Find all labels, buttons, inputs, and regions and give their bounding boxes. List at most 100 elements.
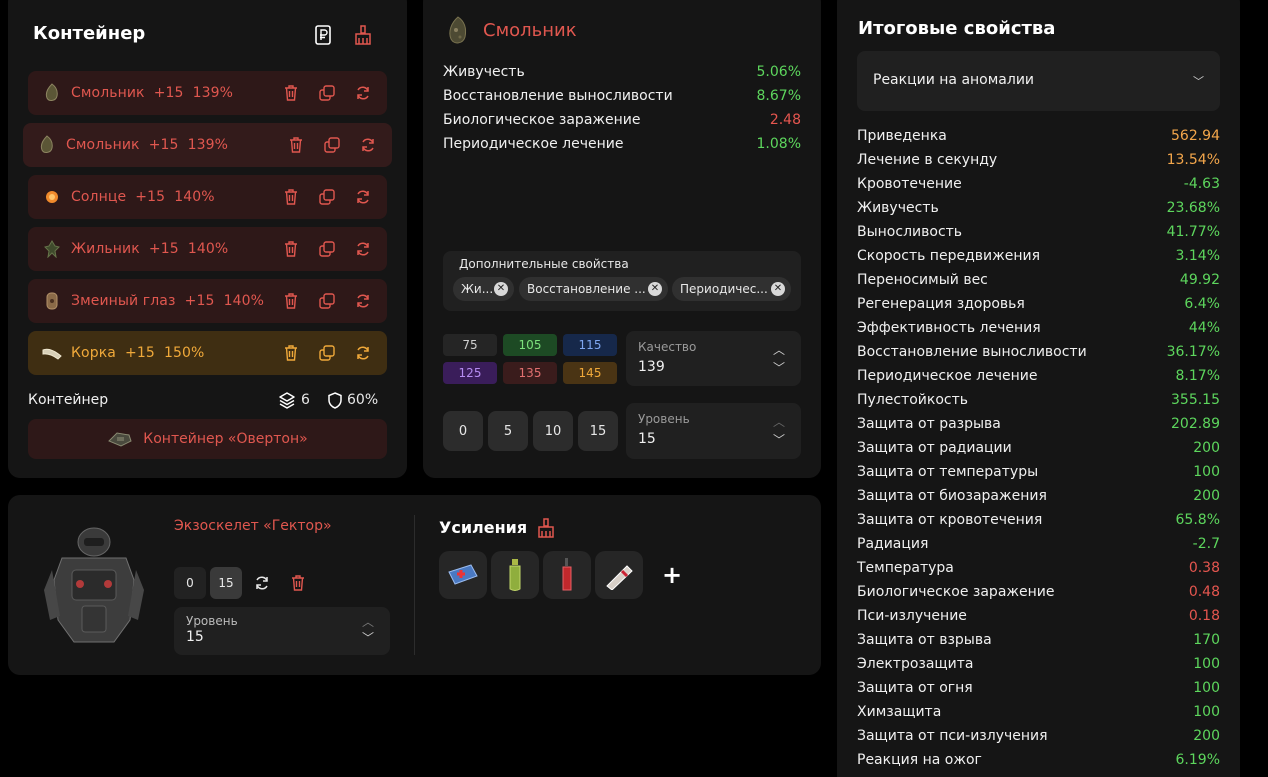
refresh-icon[interactable]: [250, 571, 274, 595]
booster-slot-bottle[interactable]: [491, 551, 539, 599]
property-chip[interactable]: Восстановление ... ✕: [519, 277, 668, 301]
total-stat-value: 8.17%: [1175, 368, 1220, 384]
total-stat-label: Эффективность лечения: [857, 320, 1041, 336]
trash-icon[interactable]: [281, 83, 301, 103]
total-stat-value: 0.48: [1188, 584, 1220, 600]
total-stat-label: Защита от разрыва: [857, 416, 1001, 432]
remove-chip-icon[interactable]: ✕: [494, 282, 508, 296]
refresh-icon[interactable]: [358, 135, 378, 155]
remove-chip-icon[interactable]: ✕: [648, 282, 662, 296]
level-field[interactable]: Уровень 15 ︿ ﹀: [626, 403, 801, 459]
remove-chip-icon[interactable]: ✕: [771, 282, 785, 296]
trash-icon[interactable]: [281, 343, 301, 363]
booster-slot-medkit[interactable]: [439, 551, 487, 599]
copy-icon[interactable]: [317, 343, 337, 363]
armor-level-field[interactable]: Уровень 15 ︿ ﹀: [174, 607, 390, 655]
container-item-row[interactable]: Корка +15 150%: [28, 331, 387, 375]
quality-preset-75[interactable]: 75: [443, 334, 497, 356]
total-stat-label: Живучесть: [857, 200, 939, 216]
trash-icon[interactable]: [286, 571, 310, 595]
total-stat-label: Пси-излучение: [857, 608, 967, 624]
total-stat-value: 200: [1193, 440, 1220, 456]
sun-artifact-icon: [42, 187, 62, 207]
level-preset-5[interactable]: 5: [488, 411, 528, 451]
quality-preset-115[interactable]: 115: [563, 334, 617, 356]
extra-properties-label: Дополнительные свойства: [459, 257, 629, 271]
chevron-down-icon[interactable]: ﹀: [362, 629, 374, 646]
armor-level-15-button[interactable]: 15: [210, 567, 242, 599]
refresh-icon[interactable]: [353, 239, 373, 259]
quality-preset-145[interactable]: 145: [563, 362, 617, 384]
smolnik-artifact-icon: [446, 15, 470, 51]
refresh-icon[interactable]: [353, 83, 373, 103]
totals-title: Итоговые свойства: [858, 18, 1056, 39]
container-item-row[interactable]: Смольник +15 139%: [28, 71, 387, 115]
chip-label: Жи...: [461, 282, 494, 296]
total-stat-label: Электрозащита: [857, 656, 974, 672]
copy-icon[interactable]: [317, 187, 337, 207]
armor-level-0-button[interactable]: 0: [174, 567, 206, 599]
trash-icon[interactable]: [281, 239, 301, 259]
total-stat-value: 355.15: [1171, 392, 1220, 408]
container-name: Контейнер «Овертон»: [143, 431, 308, 447]
booster-slot-syringe[interactable]: [595, 551, 643, 599]
filter-value: Реакции на аномалии: [873, 72, 1035, 88]
property-chip[interactable]: Периодичес... ✕: [672, 277, 791, 301]
layers-icon: [278, 391, 296, 413]
chevron-up-icon[interactable]: ︿: [773, 413, 785, 430]
vertical-divider: [414, 515, 415, 655]
copy-icon[interactable]: [317, 239, 337, 259]
copy-icon[interactable]: [317, 83, 337, 103]
container-item-label: Смольник +15 139%: [66, 137, 229, 153]
shield-icon: [327, 392, 343, 413]
level-label: Уровень: [638, 412, 690, 426]
chip-label: Периодичес...: [680, 282, 768, 296]
broom-icon[interactable]: [534, 516, 558, 540]
refresh-icon[interactable]: [353, 187, 373, 207]
level-preset-0[interactable]: 0: [443, 411, 483, 451]
trash-icon[interactable]: [281, 187, 301, 207]
quality-preset-125[interactable]: 125: [443, 362, 497, 384]
row-actions: [281, 83, 373, 103]
row-actions: [281, 239, 373, 259]
quality-preset-105[interactable]: 105: [503, 334, 557, 356]
refresh-icon[interactable]: [353, 343, 373, 363]
total-stat-value: 13.54%: [1166, 152, 1220, 168]
container-item-row[interactable]: Змеиный глаз +15 140%: [28, 279, 387, 323]
total-stat-label: Защита от биозаражения: [857, 488, 1047, 504]
booster-slot-spray[interactable]: [543, 551, 591, 599]
chevron-down-icon[interactable]: ﹀: [773, 431, 785, 448]
broom-icon[interactable]: [351, 23, 375, 47]
total-stat-value: -2.7: [1192, 536, 1220, 552]
refresh-icon[interactable]: [353, 291, 373, 311]
chip-label: Восстановление ...: [527, 282, 646, 296]
chevron-down-icon[interactable]: ﹀: [773, 359, 785, 376]
add-booster-button[interactable]: +: [662, 561, 682, 589]
container-item-row[interactable]: Солнце +15 140%: [28, 175, 387, 219]
filter-dropdown[interactable]: Реакции на аномалии ﹀: [857, 51, 1220, 111]
container-select-button[interactable]: Контейнер «Овертон»: [28, 419, 387, 459]
total-stat-label: Защита от огня: [857, 680, 973, 696]
ruble-icon[interactable]: [311, 23, 335, 47]
property-chip[interactable]: Жи... ✕: [453, 277, 514, 301]
trash-icon[interactable]: [281, 291, 301, 311]
row-actions: [281, 291, 373, 311]
total-stat-value: 3.14%: [1175, 248, 1220, 264]
quality-field[interactable]: Качество 139 ︿ ﹀: [626, 331, 801, 386]
chevron-up-icon[interactable]: ︿: [362, 613, 374, 630]
copy-icon[interactable]: [317, 291, 337, 311]
container-item-row[interactable]: Жильник +15 140%: [28, 227, 387, 271]
artifact-stat-label: Биологическое заражение: [443, 112, 641, 128]
chevron-up-icon[interactable]: ︿: [773, 341, 785, 358]
total-stat-label: Восстановление выносливости: [857, 344, 1087, 360]
container-overton-icon: [107, 429, 133, 449]
trash-icon[interactable]: [286, 135, 306, 155]
total-stat-value: 200: [1193, 488, 1220, 504]
container-item-row[interactable]: Смольник +15 139%: [23, 123, 392, 167]
level-preset-10[interactable]: 10: [533, 411, 573, 451]
green-bottle-icon: [509, 559, 521, 591]
quality-preset-135[interactable]: 135: [503, 362, 557, 384]
level-preset-15[interactable]: 15: [578, 411, 618, 451]
copy-icon[interactable]: [322, 135, 342, 155]
total-stat-label: Скорость передвижения: [857, 248, 1040, 264]
